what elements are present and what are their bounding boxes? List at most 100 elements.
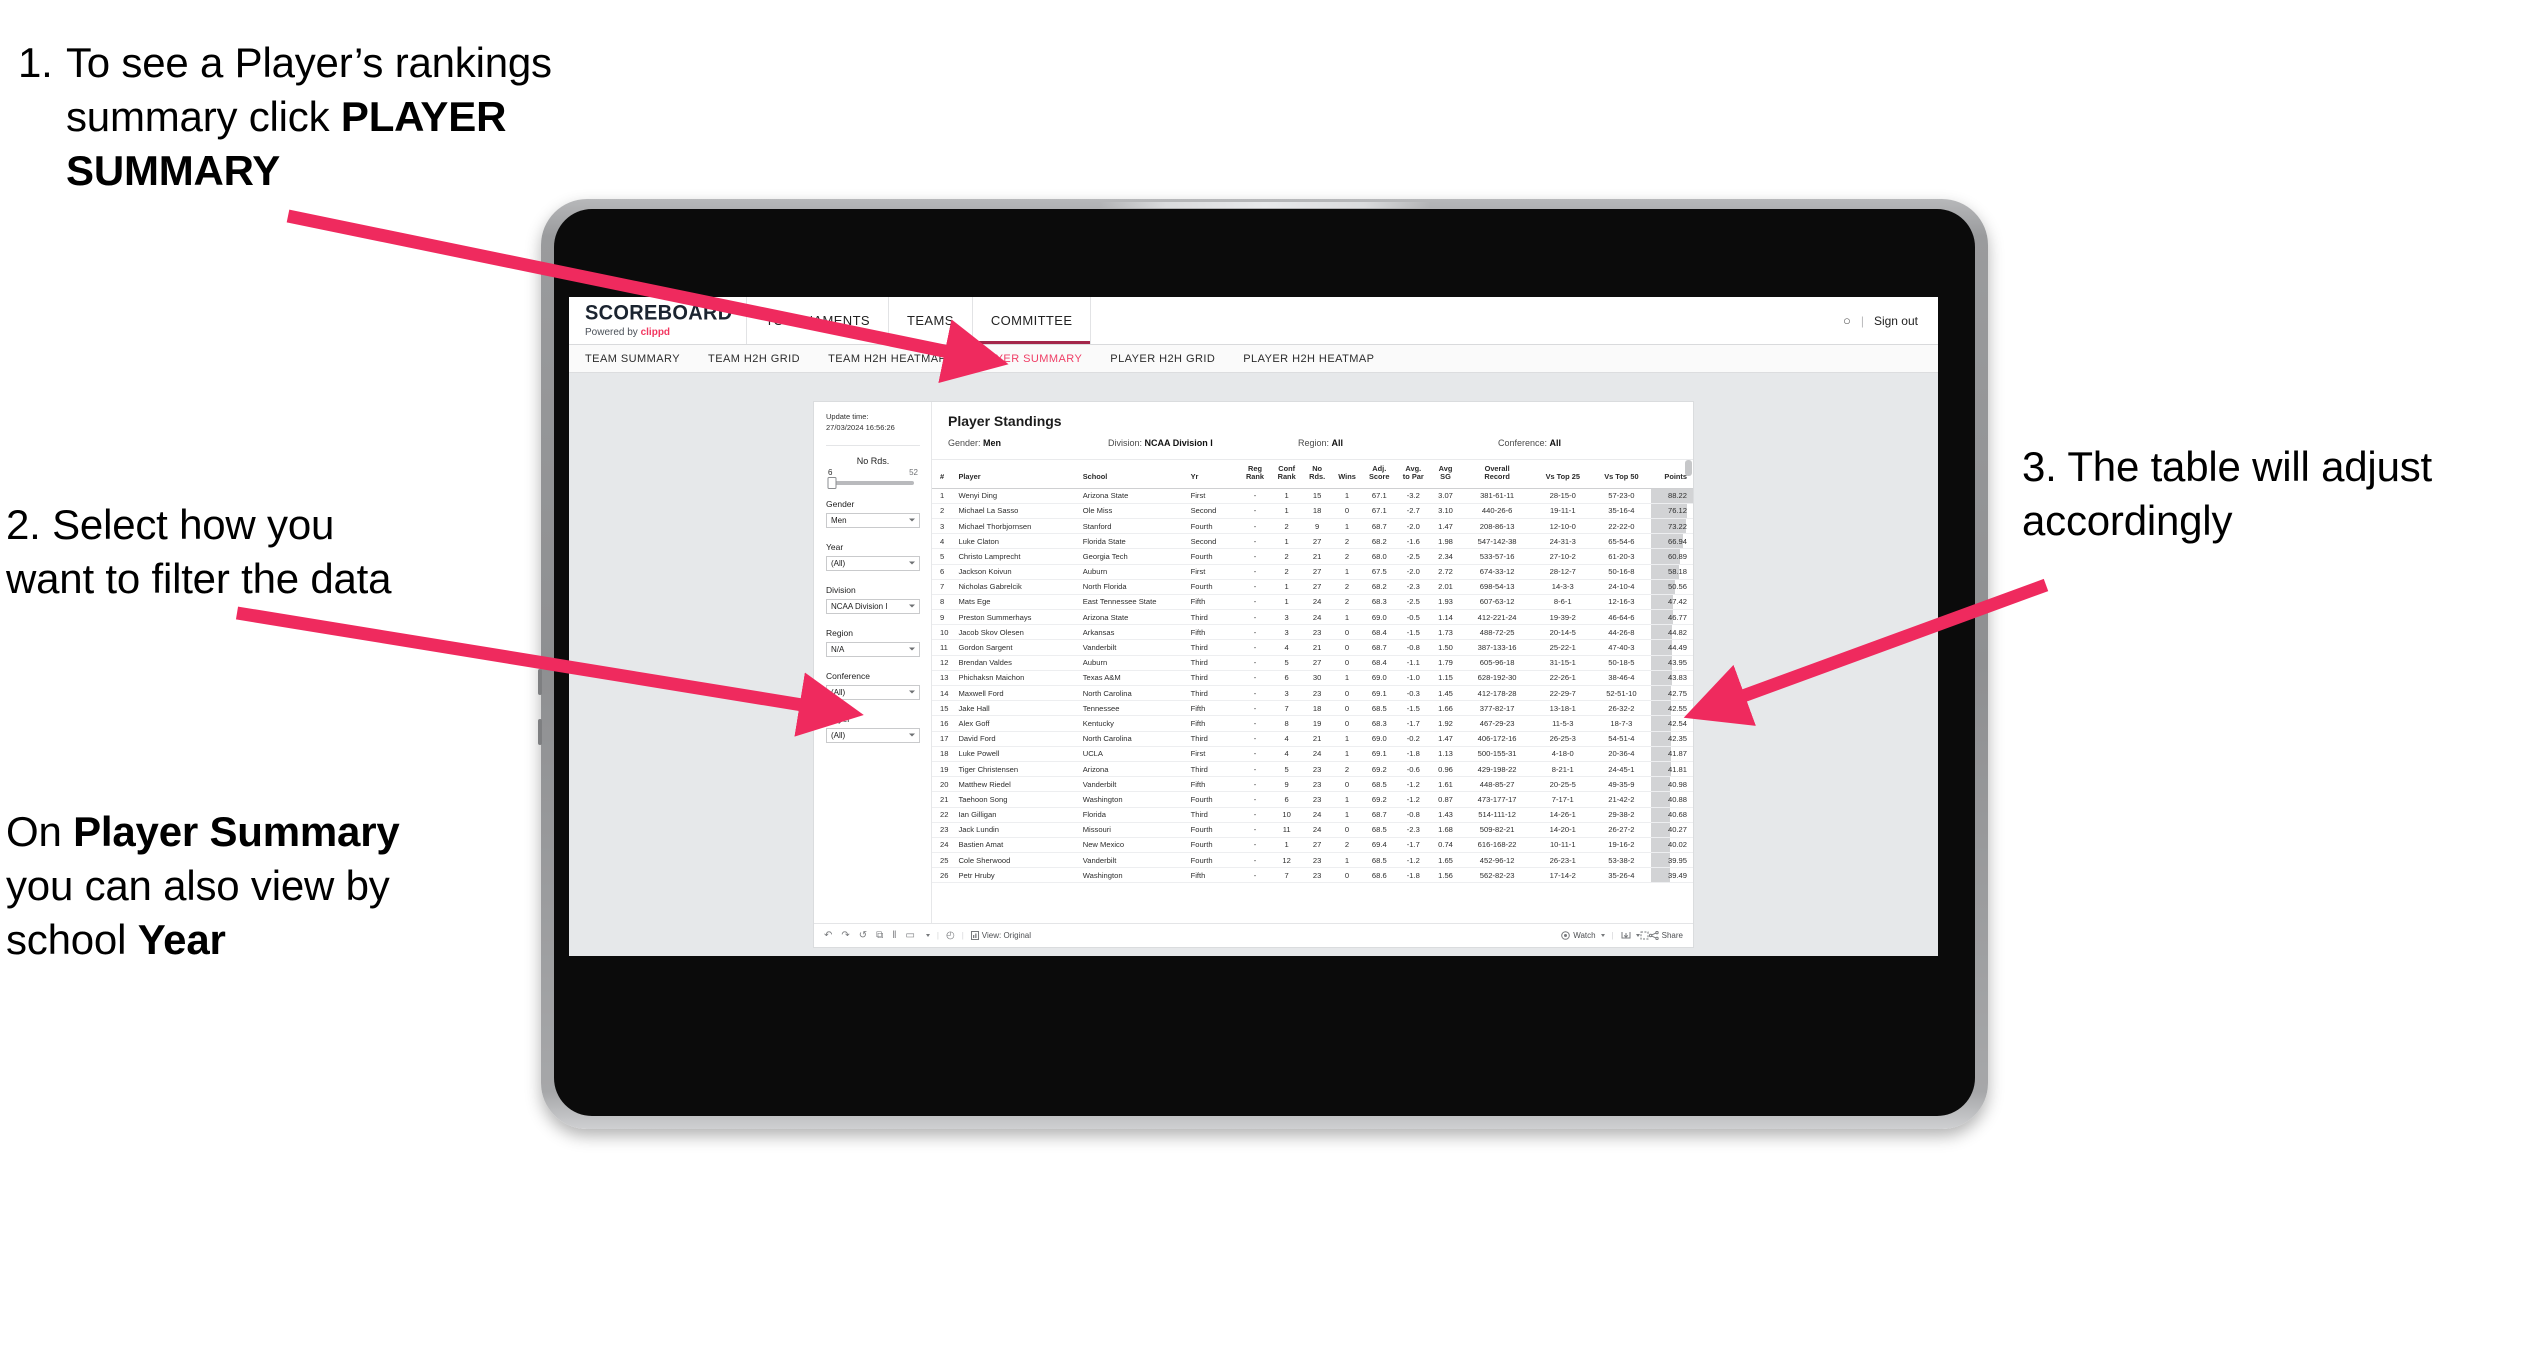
col-school[interactable]: School [1079,460,1188,489]
table-row[interactable]: 7 Nicholas Gabrelcik North Florida Fourth -1… [932,579,1693,595]
col-no-rds[interactable]: No Rds. [1302,460,1332,489]
pause-icon[interactable]: ‖ [892,930,896,941]
table-row[interactable]: 5 Christo Lamprecht Georgia Tech Fourth -2 21… [932,548,1693,565]
table-row[interactable]: 22 Ian Gilligan Florida Third -10 24 1 68.7 -0.8… [932,807,1693,823]
subnav-tab-player-h2h-grid[interactable]: PLAYER H2H GRID [1110,353,1215,365]
watch-button[interactable]: Watch [1561,931,1605,940]
table-row[interactable]: 26 Petr Hruby Washington Fifth -7 23 0 68.6 -1.8… [932,867,1693,884]
table-row[interactable]: 20 Matthew Riedel Vanderbilt Fifth -9 23 0 68.5… [932,776,1693,793]
table-row[interactable]: 16 Alex Goff Kentucky Fifth -8 19 0 68.3 -1.7 1.9… [932,715,1693,732]
table-row[interactable]: 21 Taehoon Song Washington Fourth -6 23 1 69.2-… [932,791,1693,808]
share-label: Share [1661,931,1683,940]
table-row[interactable]: 23 Jack Lundin Missouri Fourth -11 24 0 68.5 -2.… [932,822,1693,838]
cell-avg-sg: 2.72 [1430,564,1461,580]
fullscreen-button[interactable] [1640,931,1649,940]
revert-icon[interactable]: ↺ [859,930,867,941]
filter-year-select[interactable]: (All) [826,555,920,571]
table-row[interactable]: 17 David Ford North Carolina Third -4 21 1 69.0… [932,731,1693,747]
col-avg-to-par[interactable]: Avg. to Par [1396,460,1431,489]
vertical-scrollbar[interactable] [1685,460,1692,476]
table-row[interactable]: 2 Michael La Sasso Ole Miss Second -1 18 0 67.1… [932,503,1693,519]
col-adj-score[interactable]: Adj. Score [1362,460,1397,489]
cell-avg-to-par: -1.2 [1396,791,1431,808]
cell-no-rds: 21 [1302,548,1332,565]
col-wins[interactable]: Wins [1331,460,1363,489]
table-row[interactable]: 10 Jacob Skov Olesen Arkansas Fifth -3 23 0 68.… [932,624,1693,641]
filter-gender-select[interactable]: Men [826,512,920,528]
table-row[interactable]: 4 Luke Claton Florida State Second -1 27 2 68.2… [932,533,1693,550]
table-row[interactable]: 18 Luke Powell UCLA First -4 24 1 69.1 -1.8 1.13 5… [932,746,1693,762]
subnav-tab-team-summary[interactable]: TEAM SUMMARY [585,353,680,365]
table-row[interactable]: 15 Jake Hall Tennessee Fifth -7 18 0 68.5 -1.5 1.… [932,700,1693,717]
rectangle-select-icon[interactable]: ▭ [905,930,914,941]
table-row[interactable]: 25 Cole Sherwood Vanderbilt Fourth -12 23 1 68.… [932,852,1693,869]
chevron-down-icon[interactable] [925,934,930,937]
view-original-button[interactable]: View: Original [970,931,1031,940]
col-rank[interactable]: # [932,460,956,489]
table-row[interactable]: 13 Phichaksn Maichon Texas A&M Third -6 30 1 69… [932,670,1693,687]
brand-logo[interactable]: SCOREBOARD Powered by clippd [569,297,748,344]
filter-region-select[interactable]: N/A [826,641,920,657]
cell-adj-score: 68.3 [1362,594,1397,611]
tablet-volume-down-button[interactable] [538,719,542,745]
download-button[interactable] [1621,931,1640,940]
cell-reg-rank: - [1239,731,1271,747]
cell-vs-top-25: 4-18-0 [1533,746,1593,762]
standings-table-scroll[interactable]: # Player School Yr Reg Rank Conf Rank No Rd… [932,460,1693,923]
cell-wins: 2 [1331,579,1363,595]
table-row[interactable]: 24 Bastien Amat New Mexico Fourth -1 27 2 69.4-… [932,837,1693,854]
filter-player-select[interactable]: (All) [826,727,920,743]
no-rounds-slider-track[interactable] [827,476,914,489]
toolbar-history-group: ↶ ↷ ↺ ⧉ ‖ ▭ [824,930,930,941]
table-row[interactable]: 9 Preston Summerhays Arizona State Third -3 2… [932,609,1693,626]
header-tab-teams[interactable]: TEAMS [889,297,973,344]
cell-avg-sg: 1.47 [1430,518,1461,535]
cell-player: Jackson Koivun [955,564,1080,580]
cell-avg-to-par: -3.2 [1396,488,1431,504]
table-row[interactable]: 19 Tiger Christensen Arizona Third -5 23 2 69.2… [932,761,1693,778]
cell-yr: Third [1187,639,1240,656]
cell-school: Auburn [1079,564,1188,580]
col-player[interactable]: Player [955,460,1080,489]
table-row[interactable]: 8 Mats Ege East Tennessee State Fifth -1 24 2 6… [932,594,1693,611]
cell-avg-to-par: -2.0 [1396,564,1431,580]
col-conf-rank[interactable]: Conf Rank [1270,460,1303,489]
cell-conf-rank: 5 [1270,761,1303,778]
cell-school: North Florida [1079,579,1188,595]
col-yr[interactable]: Yr [1187,460,1240,489]
header-tab-committee[interactable]: COMMITTEE [973,297,1092,344]
table-row[interactable]: 12 Brendan Valdes Auburn Third -5 27 0 68.4 -1.1… [932,655,1693,671]
subnav-tab-player-summary[interactable]: PLAYER SUMMARY [974,353,1082,365]
clock-icon[interactable]: ◴ [946,930,955,941]
cell-player: David Ford [955,731,1080,747]
cell-wins: 1 [1331,670,1363,687]
filter-division-select[interactable]: NCAA Division I [826,598,920,614]
table-row[interactable]: 14 Maxwell Ford North Carolina Third -3 23 0 69… [932,685,1693,702]
tablet-volume-up-button[interactable] [538,669,542,695]
cell-overall-record: 377-82-17 [1460,700,1534,717]
user-account-icon[interactable]: ○ [1843,313,1851,328]
cell-points: 43.95 [1650,655,1693,671]
table-row[interactable]: 6 Jackson Koivun Auburn First -2 27 1 67.5 -2.0 2… [932,564,1693,580]
no-rounds-slider-handle[interactable] [827,476,837,489]
sign-out-link[interactable]: Sign out [1874,314,1918,328]
table-row[interactable]: 1 Wenyi Ding Arizona State First -1 15 1 67.1 -3… [932,488,1693,504]
points-bar [1650,837,1670,852]
redo-icon[interactable]: ↷ [841,930,849,941]
share-button[interactable]: Share [1648,931,1683,940]
filter-conference-select[interactable]: (All) [826,684,920,700]
col-reg-rank[interactable]: Reg Rank [1239,460,1271,489]
header-tab-tournaments[interactable]: TOURNAMENTS [747,297,890,344]
cell-yr: Third [1187,731,1240,747]
subnav-tab-team-h2h-heatmap[interactable]: TEAM H2H HEATMAP [828,353,946,365]
refresh-icon[interactable]: ⧉ [876,930,883,941]
col-overall-record[interactable]: Overall Record [1460,460,1534,489]
col-vs-top-50[interactable]: Vs Top 50 [1592,460,1651,489]
table-row[interactable]: 3 Michael Thorbjornsen Stanford Fourth -2 9 1 6… [932,518,1693,535]
col-avg-sg[interactable]: Avg SG [1430,460,1461,489]
undo-icon[interactable]: ↶ [824,930,832,941]
subnav-tab-team-h2h-grid[interactable]: TEAM H2H GRID [708,353,800,365]
col-vs-top-25[interactable]: Vs Top 25 [1533,460,1593,489]
subnav-tab-player-h2h-heatmap[interactable]: PLAYER H2H HEATMAP [1243,353,1374,365]
table-row[interactable]: 11 Gordon Sargent Vanderbilt Third -4 21 0 68.7… [932,639,1693,656]
